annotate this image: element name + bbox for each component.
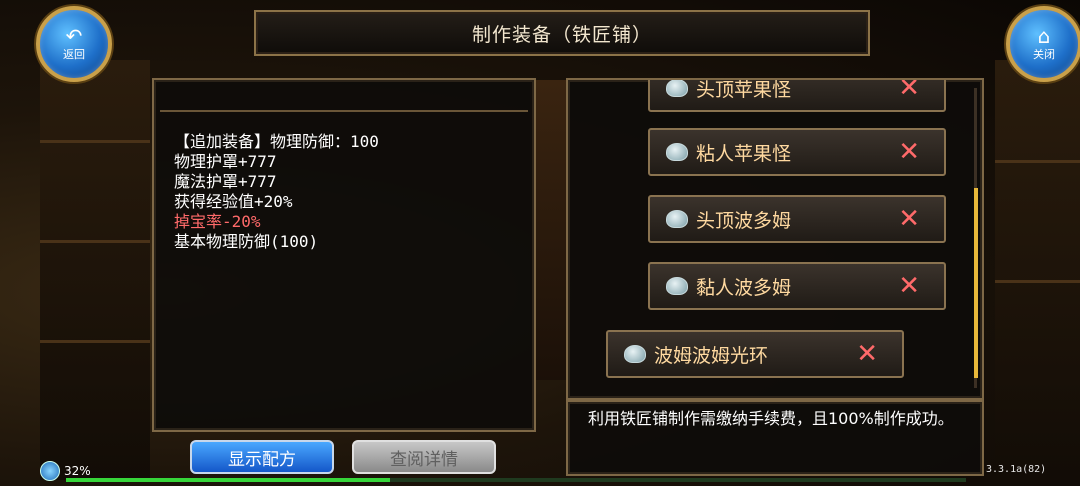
material-list-panel[interactable]: 头顶苹果怪 ✕ 粘人苹果怪 ✕ 头顶波多姆 ✕ 黏人波多姆 ✕ 波姆波姆光环 ✕	[566, 78, 984, 400]
stat-line: 获得经验值+20%	[174, 192, 293, 211]
back-arrow-icon: ↶	[65, 24, 83, 48]
network-icon	[40, 461, 60, 481]
home-icon: ⌂	[1037, 24, 1051, 48]
status-percent: 32%	[64, 464, 91, 478]
remove-icon[interactable]: ✕	[898, 271, 920, 301]
scrollbar-thumb[interactable]	[974, 188, 978, 378]
stats-area: 【追加装备】物理防御：100 物理护罩+777 魔法护罩+777 获得经验值+2…	[160, 110, 528, 428]
slime-icon	[666, 210, 688, 228]
material-label: 粘人苹果怪	[696, 142, 792, 165]
remove-icon[interactable]: ✕	[898, 80, 920, 103]
stat-line: 魔法护罩+777	[174, 172, 277, 191]
stat-line-drop-rate: 掉宝率-20%	[174, 212, 261, 231]
slime-icon	[666, 80, 688, 97]
slime-icon	[666, 277, 688, 295]
version-label: 3.3.1a(82)	[986, 464, 1047, 475]
description-panel: 利用铁匠铺制作需缴纳手续费，且100%制作成功。	[566, 400, 984, 476]
stat-line: 基本物理防御(100)	[174, 232, 319, 251]
material-item-selected[interactable]: 波姆波姆光环 ✕	[606, 330, 904, 378]
close-label: 关闭	[1033, 48, 1055, 61]
material-item[interactable]: 黏人波多姆 ✕	[648, 262, 946, 310]
material-label: 黏人波多姆	[696, 276, 792, 299]
back-button[interactable]: ↶ 返回	[36, 6, 112, 82]
material-item[interactable]: 头顶波多姆 ✕	[648, 195, 946, 243]
progress-fill	[66, 478, 390, 482]
bookshelf-center	[530, 80, 570, 380]
back-label: 返回	[63, 48, 85, 61]
material-label: 波姆波姆光环	[654, 344, 769, 367]
remove-icon[interactable]: ✕	[898, 204, 920, 234]
close-button[interactable]: ⌂ 关闭	[1006, 6, 1080, 82]
view-detail-button[interactable]: 查阅详情	[352, 440, 496, 474]
slime-icon	[624, 345, 646, 363]
equipment-stats-panel: 【追加装备】物理防御：100 物理护罩+777 魔法护罩+777 获得经验值+2…	[152, 78, 536, 432]
material-label: 头顶苹果怪	[696, 78, 792, 101]
progress-bar	[66, 478, 966, 482]
slime-icon	[666, 143, 688, 161]
page-title: 制作装备（铁匠铺）	[254, 10, 870, 56]
bookshelf-left	[40, 60, 150, 480]
description-text: 利用铁匠铺制作需缴纳手续费，且100%制作成功。	[588, 409, 954, 428]
remove-icon[interactable]: ✕	[856, 339, 878, 369]
remove-icon[interactable]: ✕	[898, 137, 920, 167]
show-recipe-button[interactable]: 显示配方	[190, 440, 334, 474]
material-item[interactable]: 粘人苹果怪 ✕	[648, 128, 946, 176]
bookshelf-right	[995, 60, 1080, 480]
material-label: 头顶波多姆	[696, 209, 792, 232]
stat-line: 【追加装备】物理防御：100	[174, 132, 379, 151]
material-item[interactable]: 头顶苹果怪 ✕	[648, 78, 946, 112]
stat-line: 物理护罩+777	[174, 152, 277, 171]
